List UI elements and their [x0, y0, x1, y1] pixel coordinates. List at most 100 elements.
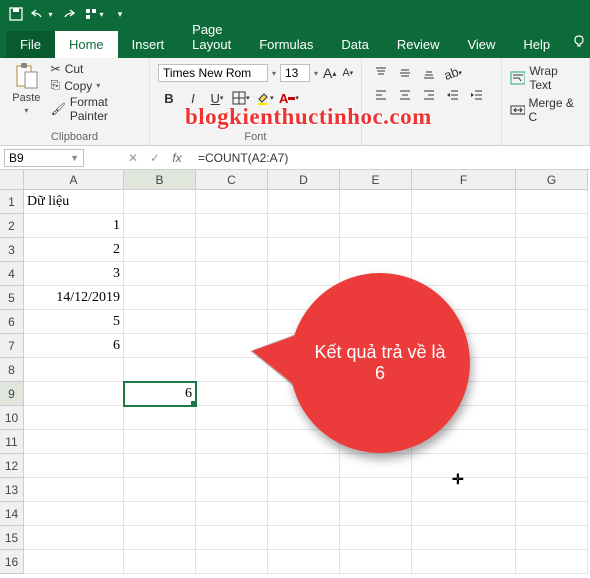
cell-b8[interactable]	[124, 358, 196, 382]
align-center-button[interactable]	[394, 84, 416, 106]
cell-f1[interactable]	[412, 190, 516, 214]
name-box[interactable]: B9 ▼	[4, 149, 84, 167]
cell-g15[interactable]	[516, 526, 588, 550]
cell-d15[interactable]	[268, 526, 340, 550]
redo-icon[interactable]	[56, 2, 80, 26]
tell-me-icon[interactable]	[564, 29, 590, 58]
formula-input[interactable]	[192, 149, 590, 167]
cell-a14[interactable]	[24, 502, 124, 526]
cell-g12[interactable]	[516, 454, 588, 478]
cell-g14[interactable]	[516, 502, 588, 526]
row-header-8[interactable]: 8	[0, 358, 24, 382]
cell-c3[interactable]	[196, 238, 268, 262]
touch-mode-icon[interactable]: ▾	[82, 2, 106, 26]
cell-d1[interactable]	[268, 190, 340, 214]
row-header-11[interactable]: 11	[0, 430, 24, 454]
cell-f2[interactable]	[412, 214, 516, 238]
column-header-c[interactable]: C	[196, 170, 268, 190]
cell-a7[interactable]: 6	[24, 334, 124, 358]
wrap-text-button[interactable]: Wrap Text	[510, 62, 581, 94]
cell-b4[interactable]	[124, 262, 196, 286]
cell-a5[interactable]: 14/12/2019	[24, 286, 124, 310]
copy-button[interactable]: ⎘Copy ▾	[51, 78, 141, 93]
cell-a4[interactable]: 3	[24, 262, 124, 286]
cell-a3[interactable]: 2	[24, 238, 124, 262]
cell-b3[interactable]	[124, 238, 196, 262]
cell-g2[interactable]	[516, 214, 588, 238]
merge-center-button[interactable]: Merge & C	[510, 94, 581, 126]
column-header-e[interactable]: E	[340, 170, 412, 190]
tab-data[interactable]: Data	[327, 31, 382, 58]
cell-a10[interactable]	[24, 406, 124, 430]
cell-b5[interactable]	[124, 286, 196, 310]
cell-d16[interactable]	[268, 550, 340, 574]
cell-e1[interactable]	[340, 190, 412, 214]
cell-a12[interactable]	[24, 454, 124, 478]
cell-c4[interactable]	[196, 262, 268, 286]
cell-d14[interactable]	[268, 502, 340, 526]
cell-c1[interactable]	[196, 190, 268, 214]
cell-c16[interactable]	[196, 550, 268, 574]
bold-button[interactable]: B	[158, 87, 180, 109]
cell-g1[interactable]	[516, 190, 588, 214]
cell-c11[interactable]	[196, 430, 268, 454]
font-name-input[interactable]	[158, 64, 268, 82]
cell-b11[interactable]	[124, 430, 196, 454]
cell-c10[interactable]	[196, 406, 268, 430]
align-left-button[interactable]	[370, 84, 392, 106]
cell-a11[interactable]	[24, 430, 124, 454]
cell-g5[interactable]	[516, 286, 588, 310]
cell-e13[interactable]	[340, 478, 412, 502]
decrease-font-button[interactable]: A▾	[341, 62, 354, 84]
cell-g11[interactable]	[516, 430, 588, 454]
cell-e3[interactable]	[340, 238, 412, 262]
cell-e14[interactable]	[340, 502, 412, 526]
increase-indent-button[interactable]	[466, 84, 488, 106]
decrease-indent-button[interactable]	[442, 84, 464, 106]
column-header-b[interactable]: B	[124, 170, 196, 190]
tab-file[interactable]: File	[6, 31, 55, 58]
cell-b12[interactable]	[124, 454, 196, 478]
cell-e16[interactable]	[340, 550, 412, 574]
cell-d3[interactable]	[268, 238, 340, 262]
cell-d12[interactable]	[268, 454, 340, 478]
row-header-1[interactable]: 1	[0, 190, 24, 214]
tab-page-layout[interactable]: Page Layout	[178, 16, 245, 58]
select-all-corner[interactable]	[0, 170, 24, 190]
cell-b10[interactable]	[124, 406, 196, 430]
cell-g6[interactable]	[516, 310, 588, 334]
column-header-a[interactable]: A	[24, 170, 124, 190]
row-header-14[interactable]: 14	[0, 502, 24, 526]
cancel-formula-icon[interactable]: ✕	[122, 151, 144, 165]
increase-font-button[interactable]: A▴	[322, 62, 337, 84]
cell-g9[interactable]	[516, 382, 588, 406]
row-header-9[interactable]: 9	[0, 382, 24, 406]
cell-e15[interactable]	[340, 526, 412, 550]
cell-g3[interactable]	[516, 238, 588, 262]
cell-b15[interactable]	[124, 526, 196, 550]
row-header-2[interactable]: 2	[0, 214, 24, 238]
column-header-f[interactable]: F	[412, 170, 516, 190]
row-header-5[interactable]: 5	[0, 286, 24, 310]
cell-b9[interactable]: 6	[124, 382, 196, 406]
cell-a16[interactable]	[24, 550, 124, 574]
cell-c12[interactable]	[196, 454, 268, 478]
cell-b16[interactable]	[124, 550, 196, 574]
cell-c15[interactable]	[196, 526, 268, 550]
row-header-7[interactable]: 7	[0, 334, 24, 358]
tab-help[interactable]: Help	[509, 31, 564, 58]
undo-icon[interactable]: ▾	[30, 2, 54, 26]
cut-button[interactable]: ✂Cut	[51, 62, 141, 76]
row-header-13[interactable]: 13	[0, 478, 24, 502]
insert-function-icon[interactable]: fx	[166, 151, 188, 165]
cell-g13[interactable]	[516, 478, 588, 502]
align-middle-button[interactable]	[394, 62, 416, 84]
paste-button[interactable]: Paste ▾	[8, 62, 45, 123]
cell-b14[interactable]	[124, 502, 196, 526]
save-icon[interactable]	[4, 2, 28, 26]
align-top-button[interactable]	[370, 62, 392, 84]
customize-qat-icon[interactable]: ▾	[108, 2, 132, 26]
cell-g4[interactable]	[516, 262, 588, 286]
cell-f14[interactable]	[412, 502, 516, 526]
row-header-6[interactable]: 6	[0, 310, 24, 334]
